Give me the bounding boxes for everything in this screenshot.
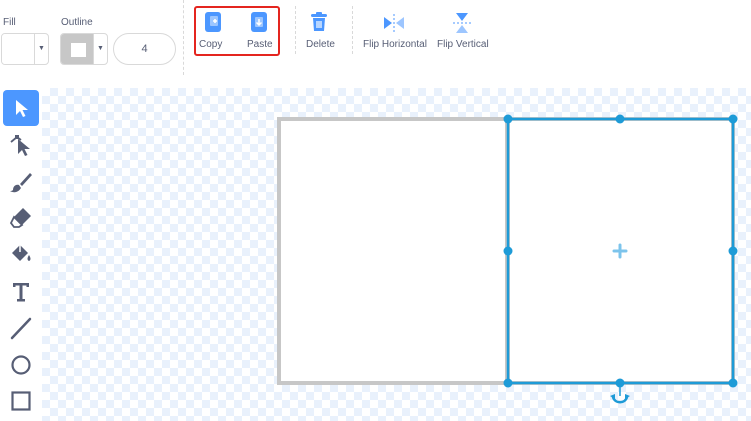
outline-color-swatch [61, 34, 94, 64]
fill-label: Fill [3, 17, 16, 28]
tool-palette [0, 86, 42, 421]
toolbar-divider [295, 6, 296, 54]
paste-button[interactable]: Paste [244, 8, 278, 54]
reshape-pointer-icon [10, 135, 30, 156]
original-rectangle[interactable] [277, 117, 509, 385]
fill-color-swatch [2, 34, 35, 64]
text-t-icon [13, 283, 29, 302]
circle-icon [11, 355, 31, 375]
circle-tool[interactable] [3, 347, 39, 383]
outline-color-picker[interactable]: ▼ [60, 33, 108, 65]
resize-handle-bottom-right [728, 378, 738, 388]
fill-dropdown-caret[interactable]: ▼ [34, 34, 48, 64]
text-tool[interactable] [3, 274, 39, 310]
flip-vertical-icon [453, 13, 471, 33]
toolbar-divider [183, 0, 184, 75]
copy-icon [205, 12, 221, 32]
fill-tool[interactable] [3, 236, 39, 272]
flip-horizontal-label: Flip Horizontal [363, 39, 427, 50]
paste-icon [251, 12, 267, 32]
eraser-icon [9, 208, 31, 228]
outline-label: Outline [61, 17, 93, 28]
arrow-pointer-icon [16, 100, 28, 117]
resize-handle-top-right [728, 114, 738, 124]
trash-icon [311, 12, 327, 31]
caret-down-icon: ▼ [97, 45, 104, 52]
rectangle-icon [11, 391, 31, 411]
rotate-handle-icon[interactable] [610, 386, 630, 404]
flip-vertical-label: Flip Vertical [437, 39, 489, 50]
copy-button[interactable]: Copy [196, 8, 232, 54]
resize-handle-top [615, 114, 625, 124]
delete-button[interactable]: Delete [303, 8, 339, 54]
flip-vertical-button[interactable]: Flip Vertical [435, 8, 491, 54]
rectangle-tool[interactable] [3, 383, 39, 419]
caret-down-icon: ▼ [38, 45, 45, 52]
flip-horizontal-button[interactable]: Flip Horizontal [361, 8, 429, 54]
eraser-tool[interactable] [3, 199, 39, 235]
line-icon [10, 317, 32, 340]
delete-label: Delete [306, 39, 335, 50]
paint-bucket-icon [12, 245, 31, 261]
outline-width-input[interactable] [113, 33, 176, 65]
resize-handle-bottom-left [503, 378, 513, 388]
copy-label: Copy [199, 39, 223, 50]
canvas-artwork [277, 114, 738, 404]
flip-horizontal-icon [384, 14, 404, 32]
brush-icon [10, 173, 32, 193]
brush-tool[interactable] [3, 164, 39, 200]
outline-dropdown-caret[interactable]: ▼ [93, 34, 107, 64]
resize-handle-right [728, 246, 738, 256]
reshape-tool[interactable] [3, 127, 39, 163]
toolbar: Fill Outline ▼ ▼ Copy Paste [0, 0, 751, 82]
paste-label: Paste [247, 39, 273, 50]
toolbar-divider [352, 6, 353, 54]
line-tool[interactable] [3, 310, 39, 346]
fill-color-picker[interactable]: ▼ [1, 33, 49, 65]
resize-handle-left [503, 246, 513, 256]
resize-handle-top-left [503, 114, 513, 124]
drawing-canvas[interactable] [42, 88, 751, 421]
select-tool[interactable] [3, 90, 39, 126]
